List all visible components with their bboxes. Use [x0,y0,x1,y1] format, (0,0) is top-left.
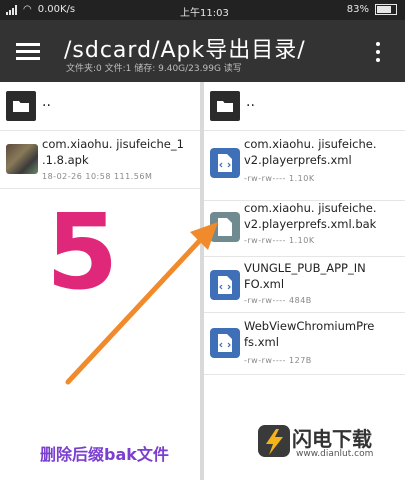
lightning-logo-icon [258,425,290,457]
instruction-caption: 删除后缀bak文件 [40,445,169,464]
watermark-url: www.dianlut.com [296,449,374,459]
watermark-brand: 闪电下载 [292,427,372,451]
watermark: 闪电下载 www.dianlut.com [256,417,401,473]
pointer-arrow-icon [65,222,218,385]
